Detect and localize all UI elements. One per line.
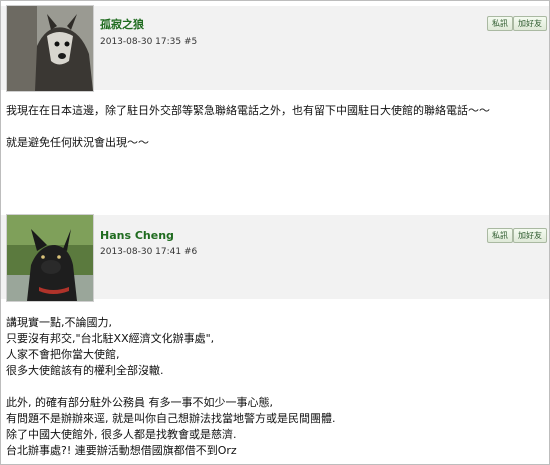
avatar[interactable] [6, 5, 94, 92]
post-author[interactable]: Hans Cheng [100, 229, 174, 242]
post-line: 此外, 的確有部分駐外公務員 有多一事不如少一事心態, [6, 396, 273, 409]
post-line: 就是避免任何狀況會出現～～ [6, 136, 149, 149]
post-line: 台北辦事處?! 連要辦活動想借國旗都借不到Orz [6, 444, 237, 457]
dog-avatar-image [7, 215, 93, 301]
add-friend-button[interactable]: 加好友 [513, 16, 547, 31]
post-number[interactable]: #5 [184, 37, 197, 47]
private-message-button[interactable]: 私訊 [487, 16, 513, 31]
post-timestamp: 2013-08-30 17:41 [100, 247, 182, 257]
post-line: 講現實一點,不論國力, [6, 316, 112, 329]
post-line: 我現在在日本這邊，除了駐日外交部等緊急聯絡電話之外，也有留下中國駐日大使館的聯絡… [6, 104, 490, 117]
add-friend-button[interactable]: 加好友 [513, 228, 547, 243]
post-timestamp: 2013-08-30 17:35 [100, 37, 182, 47]
post-meta: 2013-08-30 17:35 #5 [100, 37, 197, 47]
post-number[interactable]: #6 [184, 247, 197, 257]
post-meta: 2013-08-30 17:41 #6 [100, 247, 197, 257]
thread-container: 孤寂之狼 2013-08-30 17:35 #5 私訊 加好友 我現在在日本這邊… [0, 0, 550, 465]
post-body: 講現實一點,不論國力, 只要沒有邦交,"台北駐XX經濟文化辦事處", 人家不會把… [6, 315, 546, 459]
post-line: 有問題不是辦辦來逕, 就是叫你自己想辦法找當地警方或是民間團體. [6, 412, 336, 425]
post-line: 很多大使館該有的權利全部沒轍. [6, 364, 164, 377]
avatar[interactable] [6, 214, 94, 302]
post-body: 我現在在日本這邊，除了駐日外交部等緊急聯絡電話之外，也有留下中國駐日大使館的聯絡… [6, 103, 546, 151]
post-line: 除了中國大使館外, 很多人都是找教會或是慈濟. [6, 428, 237, 441]
post-line: 只要沒有邦交,"台北駐XX經濟文化辦事處", [6, 332, 215, 345]
wolf-avatar-image [7, 6, 93, 91]
post-author[interactable]: 孤寂之狼 [100, 16, 144, 32]
post-line: 人家不會把你當大使館, [6, 348, 120, 361]
private-message-button[interactable]: 私訊 [487, 228, 513, 243]
